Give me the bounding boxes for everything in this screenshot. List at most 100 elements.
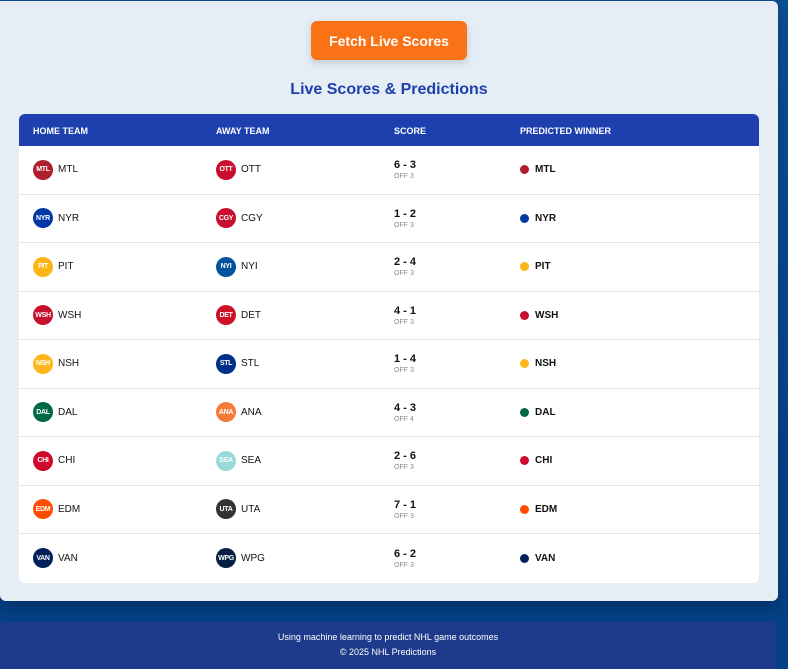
away-team-logo-icon: CGY — [216, 208, 236, 229]
team-color-dot-icon — [520, 262, 529, 272]
home-team-logo-icon: CHI — [33, 450, 53, 471]
away-team-logo-icon: UTA — [216, 499, 236, 520]
game-status: OFF 4 — [394, 415, 414, 423]
game-status: OFF 3 — [394, 561, 414, 569]
score-cell: 2 - 4 OFF 3 — [394, 243, 416, 291]
away-team-name: DET — [241, 309, 261, 321]
team-color-dot-icon — [520, 407, 529, 417]
away-team-name: SEA — [241, 455, 262, 467]
game-status: OFF 3 — [394, 367, 414, 375]
fetch-live-scores-button[interactable]: Fetch Live Scores — [311, 21, 467, 60]
header-home-team: HOME TEAM — [33, 126, 88, 136]
predicted-winner-name: NYR — [535, 212, 557, 224]
table-row: CHI CHI SEA SEA 2 - 6 OFF 3 CHI — [19, 437, 759, 486]
home-team-cell: MTL MTL — [33, 146, 78, 194]
home-team-cell: VAN VAN — [33, 534, 78, 583]
score-cell: 1 - 2 OFF 3 — [394, 195, 416, 243]
away-team-cell: DET DET — [216, 292, 261, 340]
home-team-name: NYR — [58, 212, 80, 224]
game-status: OFF 3 — [394, 512, 414, 520]
score-cell: 6 - 2 OFF 3 — [394, 534, 416, 583]
away-team-cell: UTA UTA — [216, 486, 260, 534]
game-status: OFF 3 — [394, 221, 414, 229]
team-color-dot-icon — [520, 165, 529, 175]
away-team-cell: SEA SEA — [216, 437, 261, 485]
header-score: SCORE — [394, 126, 427, 136]
predicted-winner-name: MTL — [535, 164, 556, 176]
predicted-winner-name: EDM — [535, 503, 558, 515]
home-team-name: WSH — [58, 309, 82, 321]
home-team-name: DAL — [58, 406, 78, 418]
score-value: 1 - 4 — [394, 353, 417, 366]
predicted-winner-cell: WSH — [520, 292, 558, 340]
home-team-name: VAN — [58, 552, 78, 564]
home-team-logo-icon: PIT — [33, 256, 53, 277]
table-row: MTL MTL OTT OTT 6 - 3 OFF 3 MTL — [19, 146, 759, 195]
home-team-name: NSH — [58, 358, 80, 370]
predicted-winner-cell: NYR — [520, 195, 556, 243]
home-team-logo-icon: EDM — [33, 499, 53, 520]
predicted-winner-cell: PIT — [520, 243, 551, 291]
predicted-winner-name: CHI — [535, 455, 553, 467]
away-team-name: STL — [241, 358, 260, 370]
table-row: DAL DAL ANA ANA 4 - 3 OFF 4 DAL — [19, 389, 759, 437]
away-team-name: NYI — [241, 261, 258, 273]
main-card: Fetch Live Scores Live Scores & Predicti… — [0, 1, 778, 601]
away-team-cell: OTT OTT — [216, 146, 261, 194]
away-team-name: ANA — [241, 406, 262, 418]
predicted-winner-cell: CHI — [520, 437, 552, 485]
home-team-logo-icon: NSH — [33, 353, 53, 374]
home-team-cell: CHI CHI — [33, 437, 75, 485]
home-team-name: PIT — [58, 261, 74, 273]
away-team-logo-icon: DET — [216, 305, 236, 326]
away-team-logo-icon: SEA — [216, 450, 236, 471]
away-team-name: UTA — [241, 503, 261, 515]
score-value: 7 - 1 — [394, 498, 417, 511]
table-row: EDM EDM UTA UTA 7 - 1 OFF 3 EDM — [19, 486, 759, 534]
predicted-winner-name: DAL — [535, 406, 556, 418]
predicted-winner-cell: NSH — [520, 340, 556, 388]
home-team-logo-icon: MTL — [33, 159, 53, 180]
home-team-logo-icon: WSH — [33, 305, 53, 326]
score-value: 1 - 2 — [394, 207, 417, 220]
predicted-winner-cell: EDM — [520, 486, 557, 534]
score-value: 6 - 3 — [394, 159, 417, 172]
score-value: 4 - 1 — [394, 304, 417, 317]
table-row: PIT PIT NYI NYI 2 - 4 OFF 3 PIT — [19, 243, 759, 292]
game-status: OFF 3 — [394, 318, 414, 326]
predicted-winner-name: PIT — [535, 261, 551, 273]
home-team-name: MTL — [58, 164, 78, 176]
score-value: 2 - 4 — [394, 256, 417, 269]
scores-table: HOME TEAM AWAY TEAM SCORE PREDICTED WINN… — [19, 114, 759, 583]
table-row: WSH WSH DET DET 4 - 1 OFF 3 WSH — [19, 292, 759, 340]
table-row: NYR NYR CGY CGY 1 - 2 OFF 3 NYR — [19, 195, 759, 243]
predicted-winner-name: VAN — [535, 552, 556, 564]
away-team-cell: CGY CGY — [216, 195, 263, 243]
footer-tagline: Using machine learning to predict NHL ga… — [277, 632, 499, 642]
score-cell: 4 - 1 OFF 3 — [394, 292, 416, 340]
table-row: VAN VAN WPG WPG 6 - 2 OFF 3 VAN — [19, 534, 759, 583]
score-value: 2 - 6 — [394, 450, 417, 463]
team-color-dot-icon — [520, 456, 529, 466]
header-away-team: AWAY TEAM — [216, 126, 270, 136]
score-cell: 7 - 1 OFF 3 — [394, 486, 416, 534]
footer: Using machine learning to predict NHL ga… — [0, 622, 776, 669]
team-color-dot-icon — [520, 310, 529, 320]
home-team-logo-icon: VAN — [33, 548, 53, 569]
team-color-dot-icon — [520, 504, 529, 514]
away-team-name: OTT — [241, 164, 261, 176]
score-cell: 2 - 6 OFF 3 — [394, 437, 416, 485]
away-team-logo-icon: NYI — [216, 256, 236, 277]
score-value: 4 - 3 — [394, 401, 417, 414]
predicted-winner-cell: MTL — [520, 146, 556, 194]
table-row: NSH NSH STL STL 1 - 4 OFF 3 NSH — [19, 340, 759, 389]
footer-copyright: © 2025 NHL Predictions — [339, 647, 437, 657]
home-team-cell: DAL DAL — [33, 389, 77, 437]
game-status: OFF 3 — [394, 270, 414, 278]
predicted-winner-name: NSH — [535, 358, 557, 370]
score-cell: 4 - 3 OFF 4 — [394, 389, 416, 437]
away-team-logo-icon: OTT — [216, 159, 236, 180]
home-team-cell: NSH NSH — [33, 340, 79, 388]
predicted-winner-cell: DAL — [520, 389, 556, 437]
predicted-winner-name: WSH — [535, 309, 559, 321]
